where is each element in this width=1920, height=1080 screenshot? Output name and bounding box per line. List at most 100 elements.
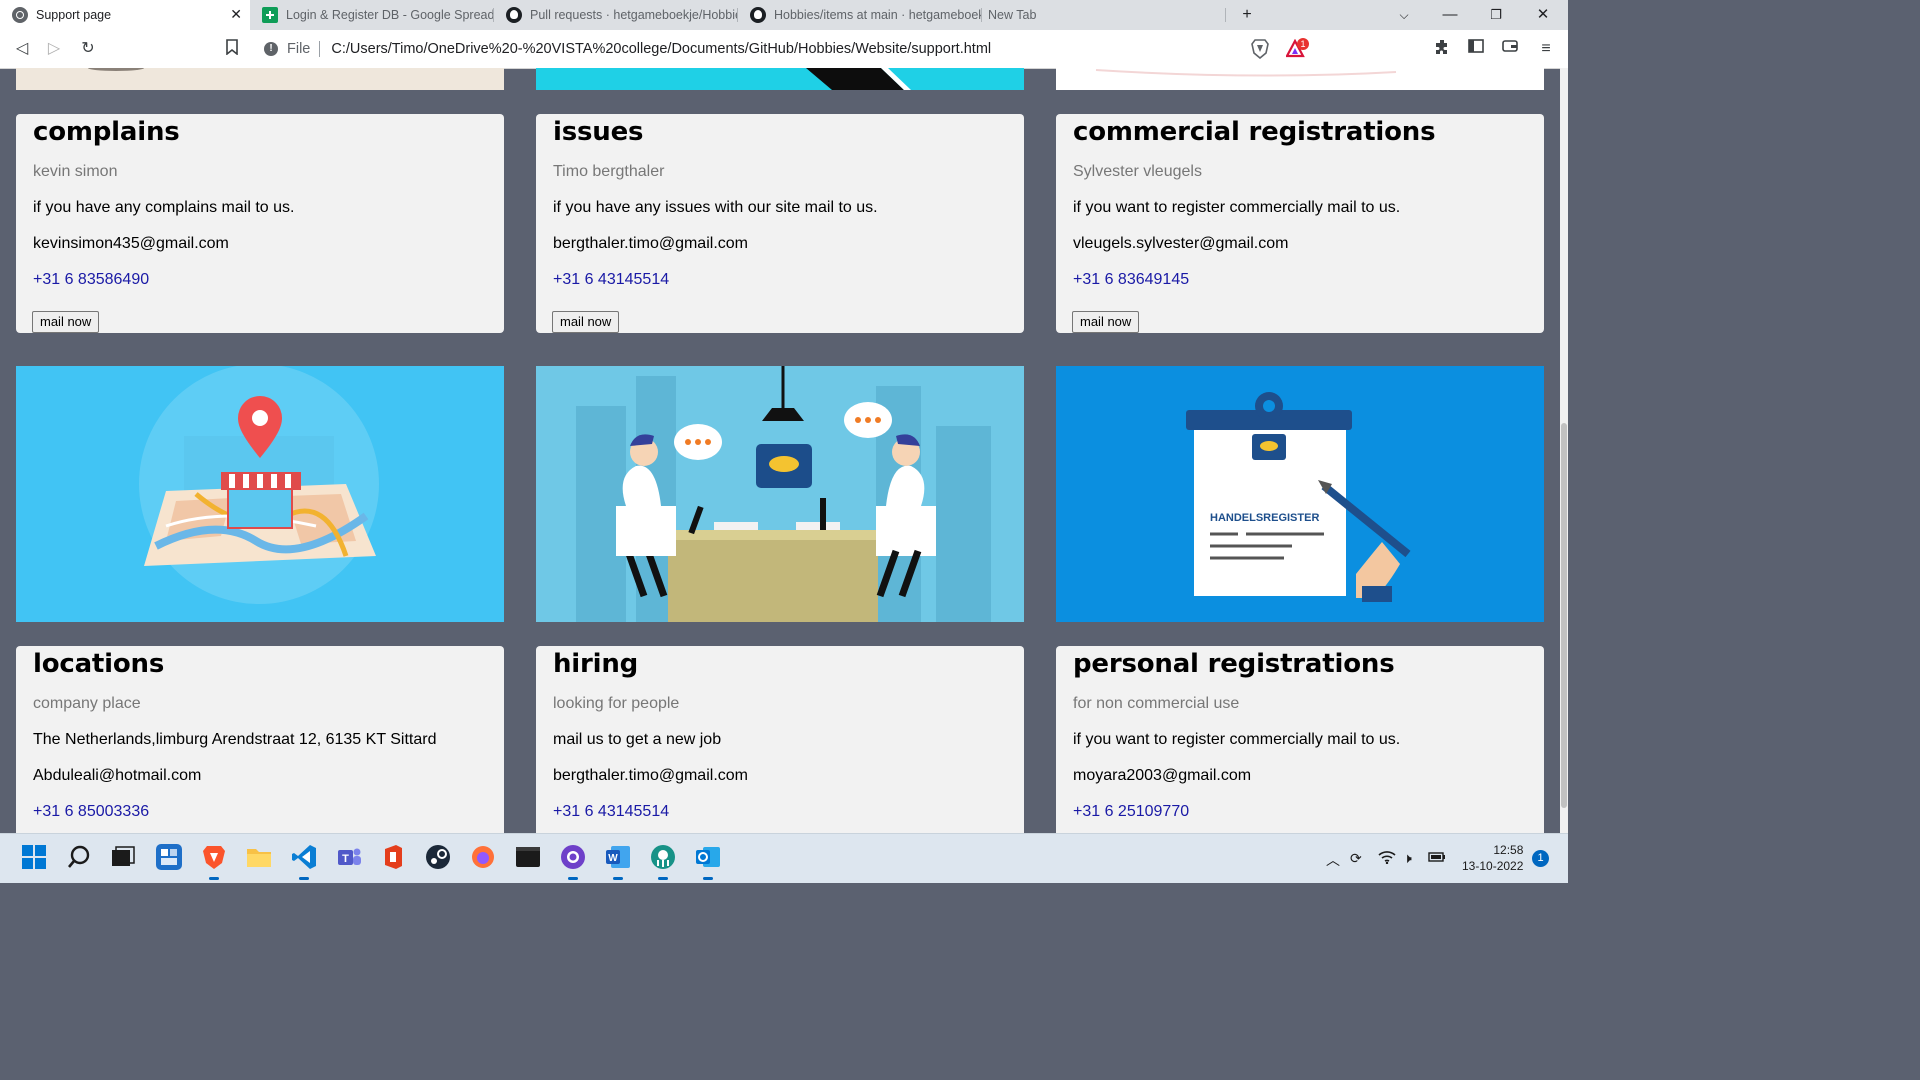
card-phone-link[interactable]: +31 6 83649145 xyxy=(1073,271,1189,289)
back-icon[interactable]: ◁ xyxy=(12,39,32,59)
scrollbar-thumb[interactable] xyxy=(1561,423,1567,808)
card-title: issues xyxy=(553,117,644,147)
sync-icon[interactable]: ⟳ xyxy=(1350,850,1362,867)
card-locations: locations company place The Netherlands,… xyxy=(16,646,504,833)
task-view-icon[interactable] xyxy=(110,844,136,870)
github-desktop-icon[interactable] xyxy=(560,844,586,880)
card-subtitle: Timo bergthaler xyxy=(553,163,665,180)
close-window-icon[interactable]: ✕ xyxy=(1520,0,1566,30)
firefox-icon[interactable] xyxy=(470,844,496,870)
windows-taskbar: T W ︿ ⟳ 🕨 12:58 13-10-2022 1 xyxy=(0,833,1568,883)
tab-support-page[interactable]: Support page ✕ xyxy=(0,0,250,30)
mail-now-button[interactable]: mail now xyxy=(32,311,100,333)
file-scheme-label: File xyxy=(287,41,311,57)
card-phone-link[interactable]: +31 6 43145514 xyxy=(553,271,669,289)
tab-pull-requests[interactable]: Pull requests · hetgameboekje/Hobbies xyxy=(494,0,738,30)
word-icon[interactable]: W xyxy=(605,844,631,880)
mail-now-button[interactable]: mail now xyxy=(552,311,620,333)
address-bar[interactable]: ! File C:/Users/Timo/OneDrive%20-%20VIST… xyxy=(258,34,1240,64)
tab-title: Hobbies/items at main · hetgameboekje xyxy=(774,8,982,22)
page-scrollbar[interactable] xyxy=(1560,68,1568,833)
steam-icon[interactable] xyxy=(425,844,451,870)
office-icon[interactable] xyxy=(380,844,406,870)
svg-text:T: T xyxy=(342,853,349,865)
tab-new-tab[interactable]: New Tab xyxy=(982,0,1226,30)
tab-spreadsheet[interactable]: Login & Register DB - Google Spreadsheet… xyxy=(250,0,494,30)
card-phone-link[interactable]: +31 6 25109770 xyxy=(1073,803,1189,821)
battery-icon[interactable] xyxy=(1428,850,1446,866)
card-commercial-registrations: commercial registrations Sylvester vleug… xyxy=(1056,114,1544,333)
tray-chevron-icon[interactable]: ︿ xyxy=(1326,850,1340,870)
teams-icon[interactable]: T xyxy=(336,844,362,870)
brave-rewards-icon[interactable]: 1 xyxy=(1285,38,1309,59)
close-tab-icon[interactable]: ✕ xyxy=(230,6,242,23)
card-subtitle: company place xyxy=(33,695,141,712)
file-explorer-icon[interactable] xyxy=(246,844,272,870)
volume-muted-icon[interactable]: 🕨 xyxy=(1403,850,1412,867)
card-subtitle: Sylvester vleugels xyxy=(1073,163,1202,180)
card-title: hiring xyxy=(553,649,639,679)
notification-badge[interactable]: 1 xyxy=(1532,850,1549,867)
support-page: complains kevin simon if you have any co… xyxy=(0,68,1560,833)
card-image-issues xyxy=(536,68,1024,90)
card-description: if you have any complains mail to us. xyxy=(33,199,295,216)
terminal-icon[interactable] xyxy=(515,844,541,870)
widgets-icon[interactable] xyxy=(156,844,182,870)
svg-text:W: W xyxy=(608,853,618,864)
tab-title: New Tab xyxy=(988,8,1037,22)
card-title: personal registrations xyxy=(1073,649,1395,679)
system-clock[interactable]: 12:58 13-10-2022 xyxy=(1462,842,1523,874)
card-description: if you want to register commercially mai… xyxy=(1073,731,1401,748)
brave-shield-icon[interactable] xyxy=(1251,39,1269,60)
tab-title: Pull requests · hetgameboekje/Hobbies xyxy=(530,8,738,22)
card-image-complains xyxy=(16,68,504,90)
minimize-icon[interactable]: — xyxy=(1427,0,1473,30)
github-icon xyxy=(750,7,766,23)
handelsregister-label: HANDELSREGISTER xyxy=(1210,512,1319,524)
card-phone-link[interactable]: +31 6 85003336 xyxy=(33,803,149,821)
card-personal-registrations: personal registrations for non commercia… xyxy=(1056,646,1544,833)
locations-map-illustration xyxy=(16,366,504,622)
wallet-icon[interactable] xyxy=(1500,39,1520,59)
mail-now-button[interactable]: mail now xyxy=(1072,311,1140,333)
hiring-illustration xyxy=(536,366,1024,622)
clock-date: 13-10-2022 xyxy=(1462,859,1524,873)
forward-icon[interactable]: ▷ xyxy=(44,39,64,59)
card-complains: complains kevin simon if you have any co… xyxy=(16,114,504,333)
card-title: commercial registrations xyxy=(1073,117,1436,147)
menu-icon[interactable]: ≡ xyxy=(1536,39,1556,59)
card-phone-link[interactable]: +31 6 83586490 xyxy=(33,271,149,289)
start-icon[interactable] xyxy=(21,844,47,870)
clock-time: 12:58 xyxy=(1493,843,1524,857)
card-email: Abduleali@hotmail.com xyxy=(33,767,202,784)
restore-icon[interactable]: ❐ xyxy=(1473,0,1519,30)
new-tab-plus-icon[interactable]: + xyxy=(1236,4,1258,26)
card-email: moyara2003@gmail.com xyxy=(1073,767,1252,784)
sidebar-icon[interactable] xyxy=(1466,39,1486,59)
extensions-icon[interactable] xyxy=(1432,39,1452,59)
card-hiring: hiring looking for people mail us to get… xyxy=(536,646,1024,833)
sheets-icon xyxy=(262,7,278,23)
vscode-icon[interactable] xyxy=(291,844,317,880)
tab-search-chevron-icon[interactable]: ⌵ xyxy=(1393,4,1415,26)
address-divider xyxy=(319,41,321,57)
outlook-icon[interactable] xyxy=(695,844,721,880)
site-info-icon[interactable]: ! xyxy=(264,42,278,56)
wifi-icon[interactable] xyxy=(1378,850,1396,867)
url-text[interactable]: C:/Users/Timo/OneDrive%20-%20VISTA%20col… xyxy=(331,41,991,57)
card-email: bergthaler.timo@gmail.com xyxy=(553,235,748,252)
bookmark-icon[interactable] xyxy=(222,39,242,59)
card-description: if you have any issues with our site mai… xyxy=(553,199,878,216)
gitkraken-icon[interactable] xyxy=(650,844,676,880)
search-icon[interactable] xyxy=(66,844,92,870)
reload-icon[interactable]: ↻ xyxy=(78,39,98,59)
card-description: mail us to get a new job xyxy=(553,731,722,748)
card-phone-link[interactable]: +31 6 43145514 xyxy=(553,803,669,821)
card-image-commercial xyxy=(1056,68,1544,90)
card-subtitle: looking for people xyxy=(553,695,680,712)
tab-hobbies-items[interactable]: Hobbies/items at main · hetgameboekje xyxy=(738,0,982,30)
card-email: kevinsimon435@gmail.com xyxy=(33,235,229,252)
brave-browser-icon[interactable] xyxy=(201,844,227,880)
globe-icon xyxy=(12,7,28,23)
card-subtitle: for non commercial use xyxy=(1073,695,1240,712)
